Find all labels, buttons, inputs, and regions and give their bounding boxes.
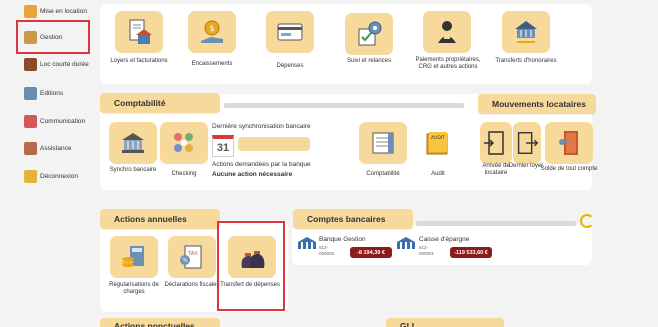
account-code: 000001 bbox=[419, 251, 435, 256]
tile-label: Checking bbox=[171, 171, 197, 177]
support-icon bbox=[24, 141, 37, 155]
tile-encaissements[interactable]: $ bbox=[188, 11, 236, 53]
bank-icon bbox=[397, 237, 415, 251]
tile-dernier-loyer[interactable] bbox=[513, 122, 541, 164]
sidebar-item-assistance[interactable]: Assistance bbox=[24, 137, 71, 159]
tile-declarations-fiscales[interactable]: TAX% bbox=[168, 236, 216, 278]
tile-label: Suivi et relances bbox=[346, 58, 392, 64]
tile-loyers[interactable] bbox=[115, 11, 163, 53]
house-key-icon bbox=[24, 4, 37, 18]
refresh-icon[interactable] bbox=[580, 214, 594, 228]
gestion-highlight-box bbox=[16, 20, 90, 54]
tile-audit[interactable]: AUDIT bbox=[414, 122, 462, 164]
sidebar: Mise en location Gestion Loc courte duré… bbox=[0, 0, 96, 327]
gli-header: GLI bbox=[386, 318, 504, 327]
sync-title: Dernière synchronisation bancaire bbox=[212, 123, 311, 130]
tile-paiements-proprietaires[interactable] bbox=[423, 11, 471, 53]
tax-form-text: TAX bbox=[187, 251, 198, 257]
actions-value: Aucune action nécessaire bbox=[212, 171, 293, 178]
tile-label: Transferts d'honoraires bbox=[495, 58, 557, 64]
coin-hand-icon: $ bbox=[201, 20, 223, 43]
account-balance-badge: -8 194,39 € bbox=[350, 247, 392, 258]
rent-invoice-icon bbox=[129, 19, 152, 44]
calendar-icon: 31 bbox=[212, 135, 234, 157]
sidebar-item-label: Déconnexion bbox=[40, 172, 78, 180]
sidebar-item-label: Editions bbox=[40, 89, 64, 97]
tile-label: Audit bbox=[431, 171, 445, 177]
checking-dots-icon bbox=[174, 133, 193, 152]
sidebar-item-loc-courte-duree[interactable]: Loc courte durée bbox=[24, 53, 89, 75]
account-code: 512- bbox=[419, 245, 429, 250]
sidebar-item-label: Assistance bbox=[40, 144, 72, 152]
transfer-fees-icon bbox=[515, 21, 537, 43]
tile-label: Paiements propriétaires, CRG et autres a… bbox=[415, 57, 481, 70]
tile-regularisations-charges[interactable] bbox=[110, 236, 158, 278]
account-balance-badge: -119 533,60 € bbox=[450, 247, 492, 258]
tile-label: Encaissements bbox=[191, 61, 233, 67]
owner-payment-icon bbox=[438, 21, 456, 43]
chat-icon bbox=[24, 114, 37, 128]
bank-icon bbox=[298, 237, 316, 251]
ledger-icon bbox=[372, 132, 394, 154]
door-exit-icon bbox=[517, 132, 539, 154]
tile-suivi-relances[interactable] bbox=[345, 13, 393, 55]
account-code: 512- bbox=[319, 245, 329, 250]
sidebar-item-editions[interactable]: Editions bbox=[24, 82, 63, 104]
svg-text:%: % bbox=[182, 257, 188, 264]
transfert-depenses-highlight-box bbox=[217, 221, 285, 311]
sidebar-item-deconnexion[interactable]: Déconnexion bbox=[24, 165, 78, 187]
comptabilite-divider bbox=[224, 103, 464, 108]
expenses-icon bbox=[277, 23, 303, 41]
tile-label: Solde de tout compte bbox=[540, 166, 598, 172]
comptes-bancaires-header: Comptes bancaires bbox=[293, 209, 413, 229]
account-name[interactable]: Caisse d'épargne bbox=[419, 236, 469, 243]
tax-form-icon: TAX% bbox=[180, 245, 202, 269]
calculator-coins-icon bbox=[122, 246, 144, 267]
tile-transferts-honoraires[interactable] bbox=[502, 11, 550, 53]
tile-depenses[interactable] bbox=[266, 11, 314, 53]
actions-ponctuelles-header: Actions ponctuelles bbox=[100, 318, 220, 327]
sidebar-item-communication[interactable]: Communication bbox=[24, 110, 85, 132]
sidebar-item-label: Mise en location bbox=[40, 7, 87, 15]
sidebar-item-label: Loc courte durée bbox=[40, 60, 89, 68]
tile-arrivee-locataire[interactable] bbox=[480, 122, 512, 164]
logout-icon bbox=[24, 169, 37, 183]
comptes-bancaires-panel bbox=[292, 225, 592, 265]
audit-folder-text: AUDIT bbox=[431, 135, 445, 141]
tile-label: Déclarations fiscales bbox=[164, 282, 220, 288]
comptes-divider bbox=[416, 221, 576, 226]
actions-annuelles-header: Actions annuelles bbox=[100, 209, 220, 229]
mouvements-header: Mouvements locataires bbox=[478, 94, 596, 114]
actions-title: Actions demandées par la banque bbox=[212, 161, 311, 168]
audit-folder-icon: AUDIT bbox=[426, 132, 448, 155]
suitcase-icon bbox=[24, 57, 37, 71]
bank-sync-icon bbox=[122, 133, 144, 153]
tile-label: Loyers et facturations bbox=[110, 58, 168, 64]
document-icon bbox=[24, 86, 37, 100]
door-key-icon bbox=[559, 131, 578, 155]
tile-label: Dépenses bbox=[276, 63, 304, 69]
svg-text:$: $ bbox=[209, 24, 214, 33]
tile-checking[interactable] bbox=[160, 122, 208, 164]
tile-solde-tout-compte[interactable] bbox=[545, 122, 593, 164]
sidebar-item-mise-en-location[interactable]: Mise en location bbox=[24, 0, 87, 22]
tile-comptabilite[interactable] bbox=[359, 122, 407, 164]
tile-synchro-bancaire[interactable] bbox=[109, 122, 157, 164]
account-code: 000005 bbox=[319, 251, 335, 256]
account-name[interactable]: Banque Gestion bbox=[319, 236, 366, 243]
tile-label: Régularisations de charges bbox=[109, 282, 159, 295]
sidebar-item-label: Communication bbox=[40, 117, 86, 125]
door-enter-icon bbox=[484, 131, 504, 155]
comptabilite-header: Comptabilité bbox=[100, 93, 220, 113]
gear-check-icon bbox=[358, 21, 382, 46]
sync-date-field bbox=[238, 137, 310, 151]
